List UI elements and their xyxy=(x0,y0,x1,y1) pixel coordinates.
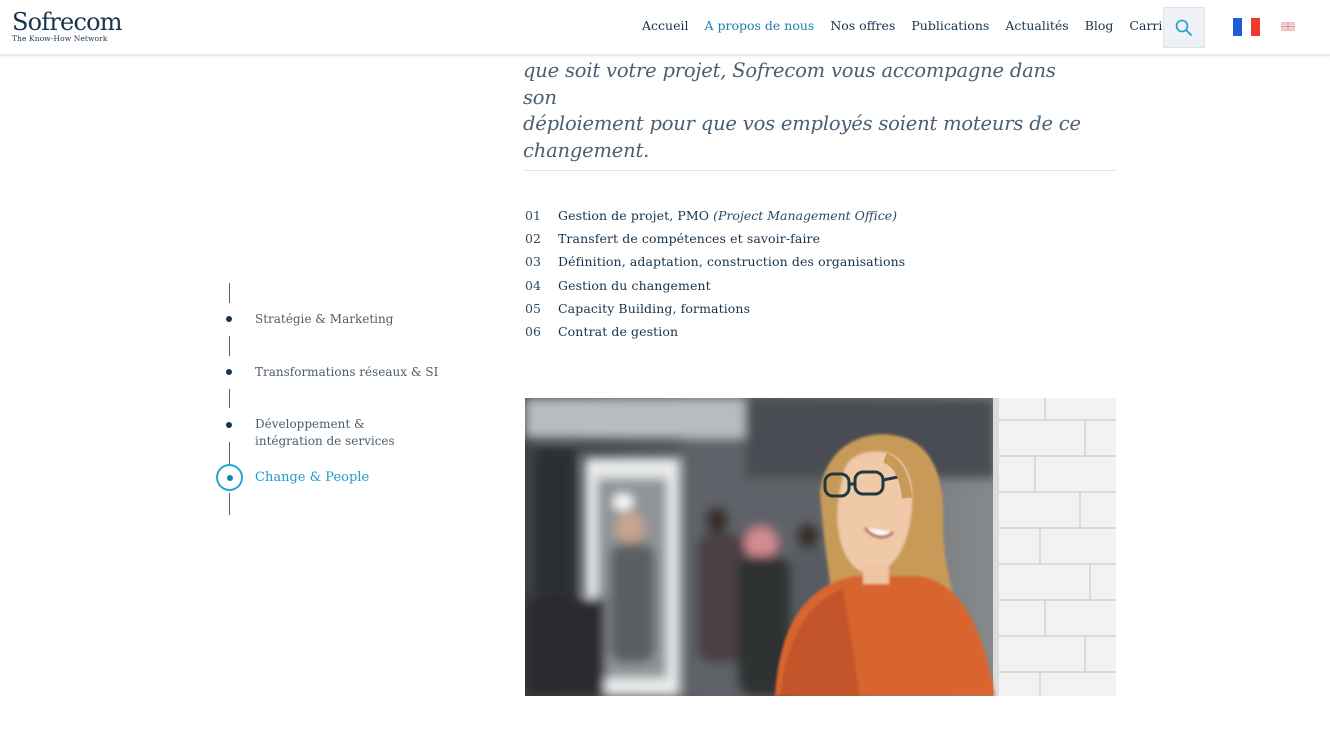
nav-actualites[interactable]: Actualités xyxy=(1005,18,1068,33)
side-nav-label-line: intégration de services xyxy=(255,434,395,448)
service-note: (Project Management Office) xyxy=(713,208,898,224)
service-item: 01 Gestion de projet, PMO (Project Manag… xyxy=(525,204,905,227)
intro-quote: que soit votre projet, Sofrecom vous acc… xyxy=(523,58,1083,164)
service-number: 01 xyxy=(525,208,541,224)
service-item: 04 Gestion du changement xyxy=(525,274,905,297)
nav-publications[interactable]: Publications xyxy=(911,18,989,33)
service-number: 05 xyxy=(525,300,541,316)
side-nav-line xyxy=(229,283,230,303)
nav-nos-offres[interactable]: Nos offres xyxy=(830,18,895,33)
side-nav-change-people[interactable]: Change & People xyxy=(255,469,369,486)
section-divider xyxy=(524,170,1116,171)
nav-accueil[interactable]: Accueil xyxy=(642,18,688,33)
service-number: 03 xyxy=(525,254,541,270)
side-nav-line xyxy=(229,493,230,515)
search-button[interactable] xyxy=(1163,7,1205,48)
service-item: 06 Contrat de gestion xyxy=(525,320,905,343)
service-item: 03 Définition, adaptation, construction … xyxy=(525,250,905,273)
quote-line: changement. xyxy=(523,138,650,162)
side-nav-active-dot xyxy=(226,474,233,481)
search-icon xyxy=(1175,19,1192,36)
side-nav-line xyxy=(229,389,230,408)
service-number: 06 xyxy=(525,324,541,340)
side-nav-dot[interactable] xyxy=(226,369,232,375)
side-nav-dot[interactable] xyxy=(226,422,232,428)
side-nav-line xyxy=(229,442,230,464)
nav-blog[interactable]: Blog xyxy=(1085,18,1114,33)
service-number: 02 xyxy=(525,231,541,247)
side-nav-dot[interactable] xyxy=(226,316,232,322)
service-title: Transfert de compétences et savoir-faire xyxy=(558,231,821,247)
hero-photo xyxy=(525,398,1116,696)
service-title: Contrat de gestion xyxy=(558,324,679,340)
service-title: Définition, adaptation, construction des… xyxy=(558,254,906,270)
logo-tagline: The Know-How Network xyxy=(12,34,108,43)
service-item: 05 Capacity Building, formations xyxy=(525,297,905,320)
flag-fr-icon[interactable] xyxy=(1233,18,1260,36)
side-nav-transformations[interactable]: Transformations réseaux & SI xyxy=(255,364,438,381)
side-nav-developpement[interactable]: Développement & intégration de services xyxy=(255,416,395,450)
services-list: 01 Gestion de projet, PMO (Project Manag… xyxy=(525,204,905,343)
site-header: Sofrecom The Know-How Network Accueil A … xyxy=(0,0,1330,56)
quote-line: que soit votre projet, Sofrecom vous acc… xyxy=(523,59,1056,109)
service-title: Capacity Building, formations xyxy=(558,300,751,316)
service-title: Gestion du changement xyxy=(558,277,711,293)
flag-en-icon[interactable] xyxy=(1281,22,1295,31)
quote-line: déploiement pour que vos employés soient… xyxy=(523,112,1081,135)
service-number: 04 xyxy=(525,277,541,293)
side-nav-active-marker[interactable] xyxy=(216,464,243,491)
logo[interactable]: Sofrecom The Know-How Network xyxy=(12,8,123,43)
logo-name: Sofrecom xyxy=(12,8,123,36)
service-title: Gestion de projet, PMO xyxy=(558,208,710,224)
main-nav: Accueil A propos de nous Nos offres Publ… xyxy=(634,18,1198,33)
service-item: 02 Transfert de compétences et savoir-fa… xyxy=(525,227,905,250)
side-nav-label-line: Développement & xyxy=(255,417,365,431)
side-nav-line xyxy=(229,336,230,356)
photo-illustration xyxy=(525,398,1116,696)
side-nav-strategie[interactable]: Stratégie & Marketing xyxy=(255,311,393,328)
nav-a-propos[interactable]: A propos de nous xyxy=(704,18,814,33)
